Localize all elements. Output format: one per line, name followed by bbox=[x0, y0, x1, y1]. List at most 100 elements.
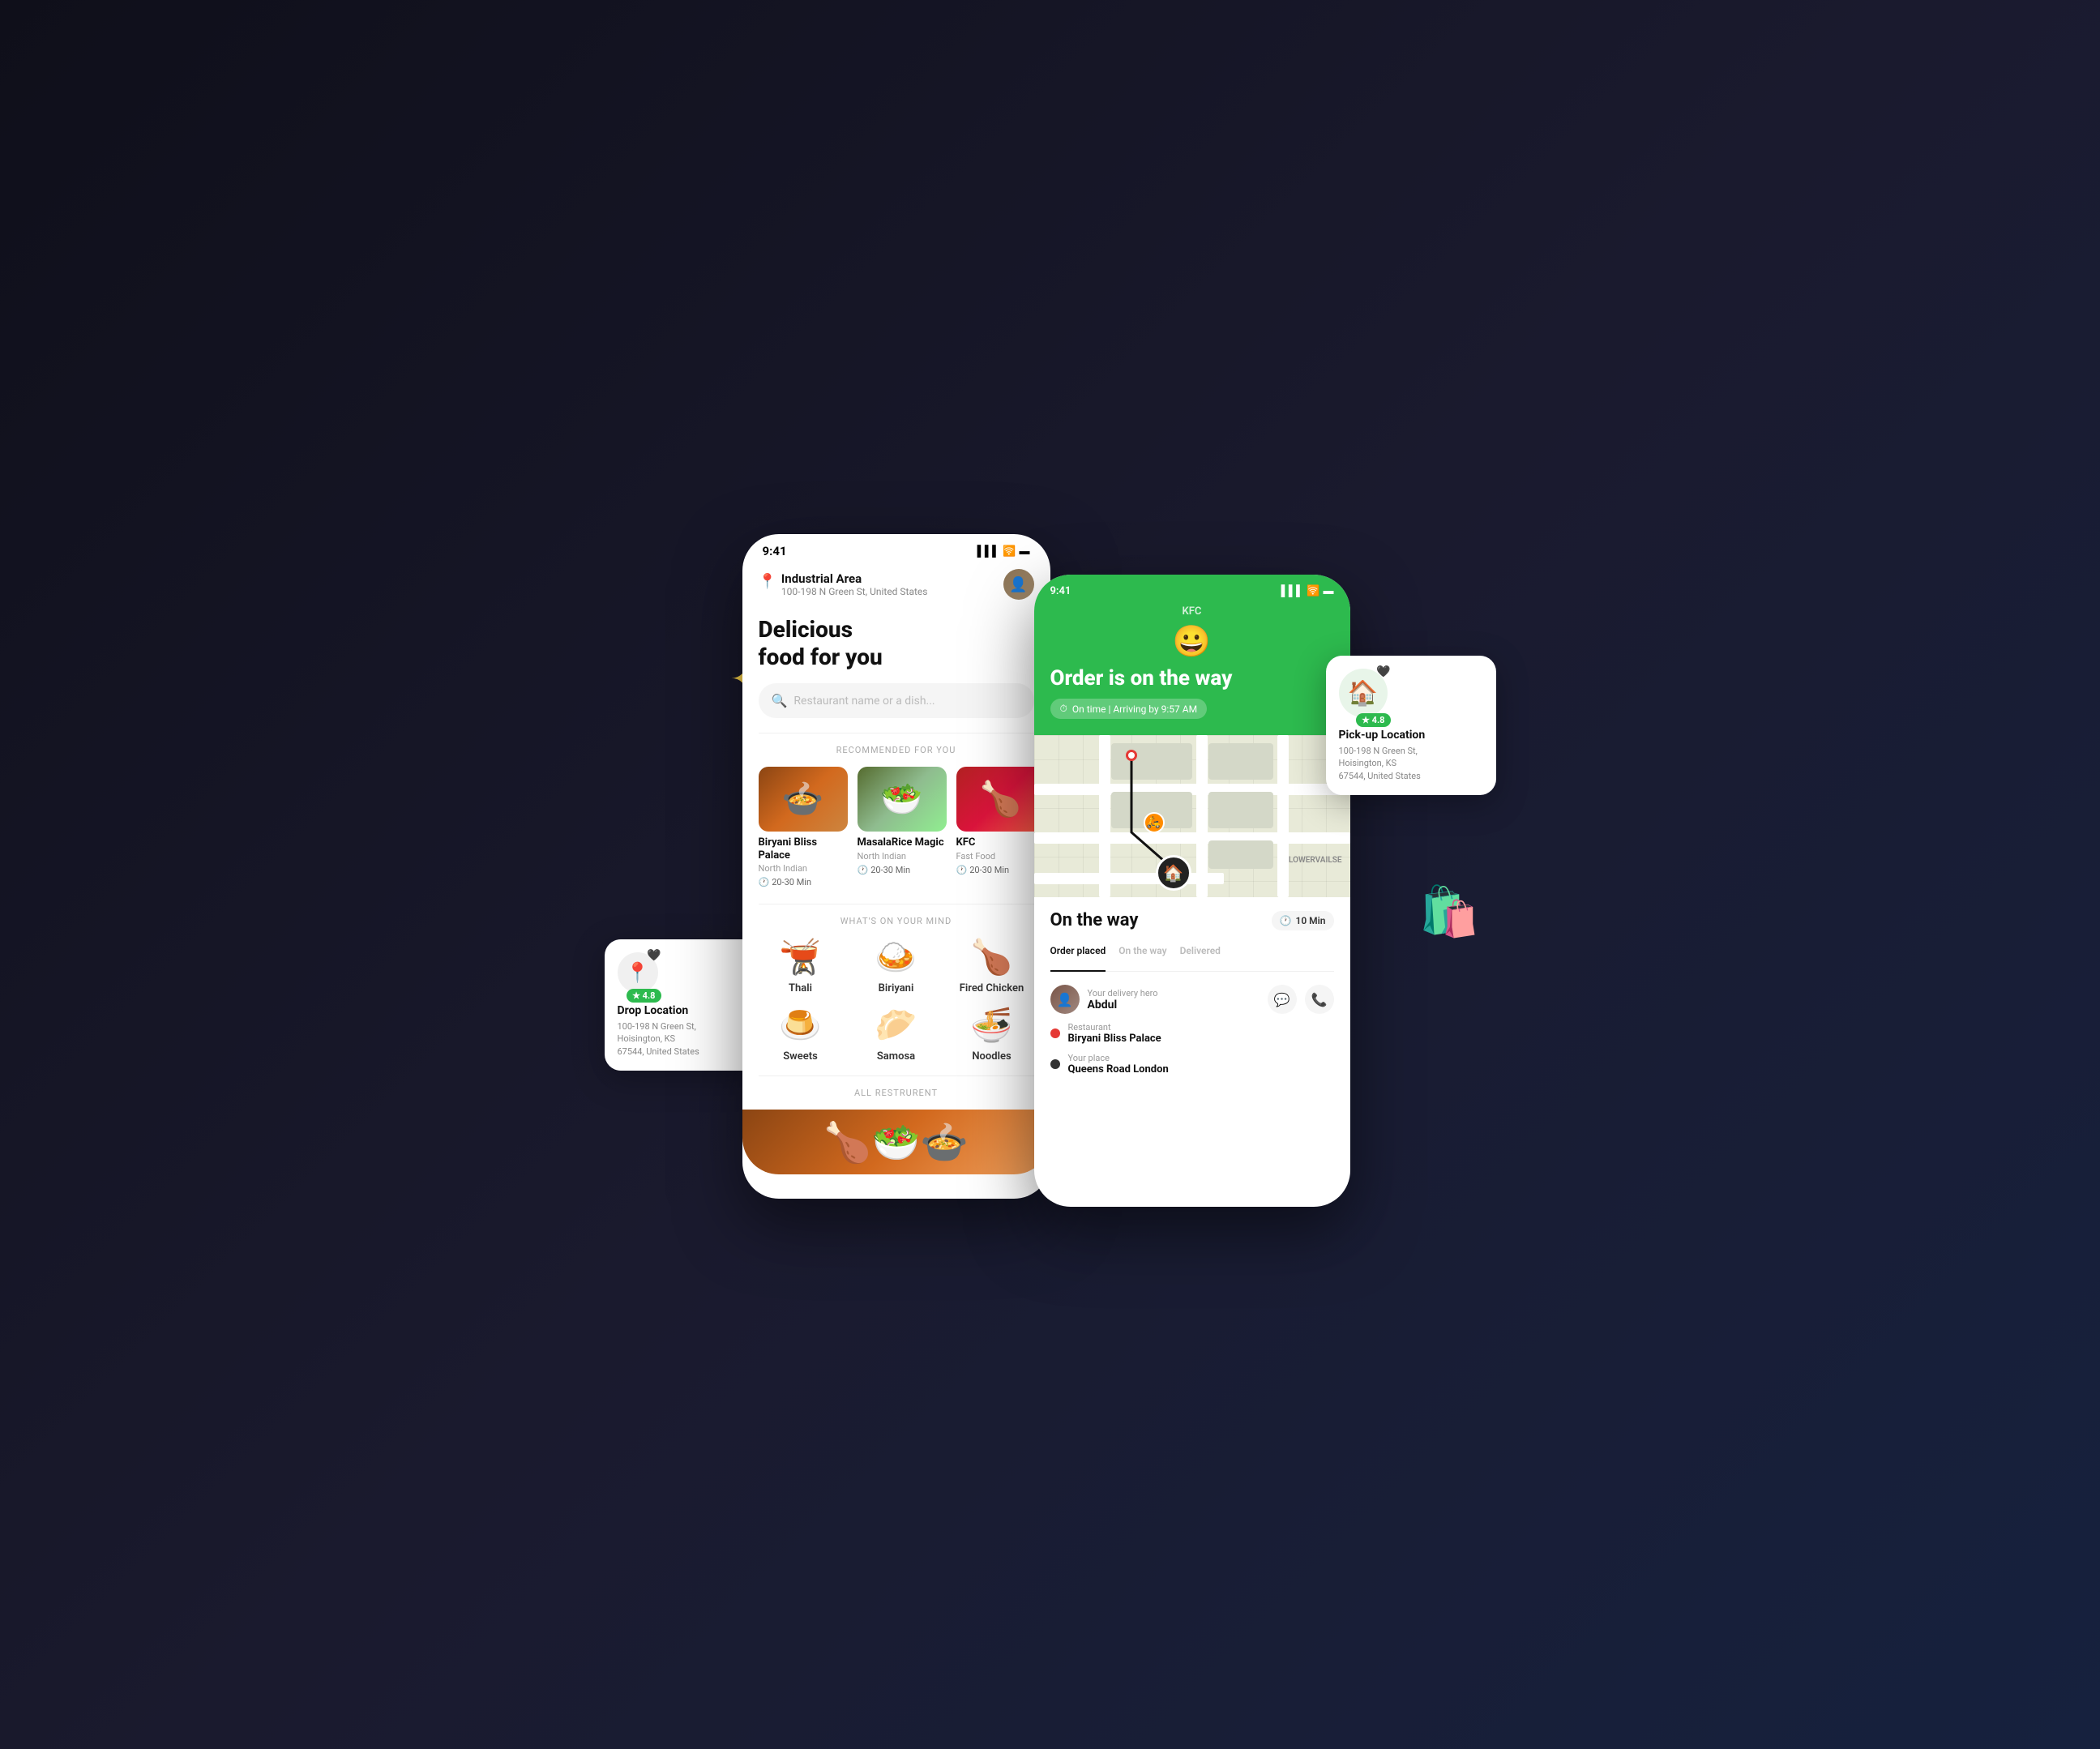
delivery-hero-label: Your delivery hero bbox=[1088, 988, 1158, 999]
progress-steps: Order placed On the way Delivered bbox=[1050, 940, 1334, 972]
route-svg bbox=[1034, 735, 1350, 897]
category-biriyani[interactable]: 🍛 Biriyani bbox=[854, 938, 939, 994]
clock-icon-badge: ⏱ bbox=[1060, 703, 1067, 715]
samosa-label: Samosa bbox=[877, 1050, 915, 1063]
map-label: LOWERVAILSE bbox=[1289, 856, 1342, 865]
restaurant-dot bbox=[1050, 1028, 1060, 1038]
drop-pin-icon: 📍 bbox=[626, 961, 650, 984]
search-placeholder: Restaurant name or a dish... bbox=[793, 695, 935, 708]
clock-icon-3: 🕐 bbox=[956, 865, 968, 875]
drop-location-address: 100-198 N Green St,Hoisington, KS67544, … bbox=[618, 1020, 750, 1058]
time-badge: 🕐 10 Min bbox=[1272, 911, 1334, 930]
status-icons-1: ▌▌▌ 🛜 ▬ bbox=[977, 545, 1030, 558]
category-sweets[interactable]: 🍮 Sweets bbox=[759, 1006, 843, 1063]
delivery-avatar: 👤 bbox=[1050, 985, 1080, 1014]
drop-rating-badge: ★ 4.8 bbox=[627, 986, 661, 1003]
place-dot bbox=[1050, 1059, 1060, 1069]
delivery-hero-row: 👤 Your delivery hero Abdul 💬 📞 bbox=[1050, 985, 1334, 1014]
main-scene: ✦ 9:41 ▌▌▌ 🛜 ▬ 📍 Industrial Area 100-198… bbox=[605, 510, 1496, 1239]
app-header: 📍 Industrial Area 100-198 N Green St, Un… bbox=[742, 562, 1050, 609]
restaurant-info-row: Restaurant Biryani Bliss Palace bbox=[1050, 1022, 1334, 1045]
call-button[interactable]: 📞 bbox=[1305, 985, 1334, 1014]
restaurant-label: Restaurant bbox=[1068, 1022, 1161, 1033]
location-address: 100-198 N Green St, United States bbox=[781, 586, 928, 597]
food-delivery-icon: 🛍️ bbox=[1419, 883, 1480, 940]
battery-icon-2: ▬ bbox=[1324, 584, 1334, 597]
on-time-badge: ⏱ On time | Arriving by 9:57 AM bbox=[1050, 699, 1208, 719]
categories-grid: 🫕 Thali 🍛 Biriyani 🍗 Fired Chicken 🍮 Swe… bbox=[742, 938, 1050, 1063]
restaurant-img-kfc: 🍗 bbox=[956, 767, 1046, 832]
restaurant-time-biryani: 🕐 20-30 Min bbox=[759, 877, 848, 887]
biriyani-label: Biriyani bbox=[879, 982, 914, 994]
tracking-title: On the way bbox=[1050, 910, 1139, 930]
step-delivered[interactable]: Delivered bbox=[1180, 940, 1221, 961]
order-emoji: 😀 bbox=[1050, 624, 1334, 660]
hero-title: Delicious food for you bbox=[759, 616, 1034, 670]
pickup-location-icon-wrap: 🏠 🖤 ★ 4.8 bbox=[1339, 669, 1388, 724]
fired-chicken-label: Fired Chicken bbox=[960, 982, 1024, 994]
biriyani-icon: 🍛 bbox=[875, 938, 917, 977]
tracking-bottom: On the way 🕐 10 Min Order placed On the … bbox=[1034, 897, 1350, 1088]
search-icon: 🔍 bbox=[772, 693, 788, 708]
chat-button[interactable]: 💬 bbox=[1268, 985, 1297, 1014]
status-bar-2: 9:41 ▌▌▌ 🛜 ▬ bbox=[1050, 575, 1334, 605]
restaurant-img-biryani: 🍲 bbox=[759, 767, 848, 832]
category-fired-chicken[interactable]: 🍗 Fired Chicken bbox=[950, 938, 1034, 994]
status-icons-2: ▌▌▌ 🛜 ▬ bbox=[1281, 584, 1334, 597]
category-samosa[interactable]: 🥟 Samosa bbox=[854, 1006, 939, 1063]
clock-icon-2: 🕐 bbox=[858, 865, 869, 875]
clock-icon-tracking: 🕐 bbox=[1280, 915, 1292, 926]
tracking-header: On the way 🕐 10 Min bbox=[1050, 910, 1334, 930]
restaurant-value: Biryani Bliss Palace bbox=[1068, 1033, 1161, 1045]
restaurant-name-masala: MasalaRice Magic bbox=[858, 836, 947, 849]
whats-on-mind-label: WHAT'S ON YOUR MIND bbox=[742, 916, 1050, 926]
pickup-heart-icon: 🖤 bbox=[1376, 665, 1390, 678]
step-on-the-way[interactable]: On the way bbox=[1118, 940, 1166, 961]
noodles-icon: 🍜 bbox=[970, 1006, 1012, 1046]
on-time-text: On time | Arriving by 9:57 AM bbox=[1072, 703, 1197, 715]
status-bar-1: 9:41 ▌▌▌ 🛜 ▬ bbox=[742, 534, 1050, 562]
order-header-green: 9:41 ▌▌▌ 🛜 ▬ KFC 😀 Order is on the way ⏱… bbox=[1034, 575, 1350, 735]
place-value: Queens Road London bbox=[1068, 1063, 1169, 1075]
delivery-info: 👤 Your delivery hero Abdul 💬 📞 bbox=[1050, 985, 1334, 1075]
battery-icon: ▬ bbox=[1020, 545, 1030, 558]
restaurant-cuisine-kfc: Fast Food bbox=[956, 851, 1046, 862]
category-thali[interactable]: 🫕 Thali bbox=[759, 938, 843, 994]
pickup-location-address: 100-198 N Green St,Hoisington, KS67544, … bbox=[1339, 745, 1483, 782]
all-restaurants-label: ALL RESTRURENT bbox=[742, 1088, 1050, 1098]
restaurant-card-kfc[interactable]: 🍗 KFC Fast Food 🕐 20-30 Min bbox=[956, 767, 1046, 887]
divider-3 bbox=[759, 1075, 1034, 1076]
wifi-icon: 🛜 bbox=[1003, 545, 1016, 558]
search-bar[interactable]: 🔍 Restaurant name or a dish... bbox=[759, 683, 1034, 718]
category-noodles[interactable]: 🍜 Noodles bbox=[950, 1006, 1034, 1063]
user-avatar[interactable]: 👤 bbox=[1003, 569, 1034, 600]
restaurant-card-masala[interactable]: 🥗 MasalaRice Magic North Indian 🕐 20-30 … bbox=[858, 767, 947, 887]
step-order-placed[interactable]: Order placed bbox=[1050, 940, 1106, 972]
signal-icon: ▌▌▌ bbox=[977, 545, 1000, 558]
recommended-label: RECOMMENDED FOR YOU bbox=[742, 745, 1050, 755]
heart-icon: 🖤 bbox=[647, 949, 661, 962]
status-time-2: 9:41 bbox=[1050, 585, 1071, 597]
pickup-rating-badge: ★ 4.8 bbox=[1356, 711, 1390, 727]
location-pin-icon: 📍 bbox=[759, 573, 776, 590]
restaurant-card-biryani[interactable]: 🍲 Biryani Bliss Palace North Indian 🕐 20… bbox=[759, 767, 848, 887]
drop-location-title: Drop Location bbox=[618, 1004, 750, 1017]
brand-name: KFC bbox=[1050, 605, 1334, 618]
noodles-label: Noodles bbox=[972, 1050, 1011, 1063]
pickup-home-icon: 🏠 bbox=[1348, 679, 1378, 708]
location-name: Industrial Area bbox=[781, 571, 928, 586]
pickup-location-img: 🏠 🖤 bbox=[1339, 669, 1388, 717]
hero-section: Delicious food for you bbox=[742, 609, 1050, 683]
status-time-1: 9:41 bbox=[763, 544, 787, 558]
location-display[interactable]: 📍 Industrial Area 100-198 N Green St, Un… bbox=[759, 571, 928, 597]
restaurant-name-kfc: KFC bbox=[956, 836, 1046, 849]
samosa-icon: 🥟 bbox=[875, 1006, 917, 1046]
phone-1-food-app: 9:41 ▌▌▌ 🛜 ▬ 📍 Industrial Area 100-198 N… bbox=[742, 534, 1050, 1199]
restaurant-img-masala: 🥗 bbox=[858, 767, 947, 832]
drop-location-card: 📍 🖤 ★ 4.8 Drop Location 100-198 N Green … bbox=[605, 939, 763, 1071]
thali-icon: 🫕 bbox=[779, 938, 821, 977]
map-view: 🛵 🏠 LOWERVAILSE bbox=[1034, 735, 1350, 897]
place-info-row: Your place Queens Road London bbox=[1050, 1053, 1334, 1075]
clock-icon-1: 🕐 bbox=[759, 877, 770, 887]
place-label: Your place bbox=[1068, 1053, 1169, 1063]
